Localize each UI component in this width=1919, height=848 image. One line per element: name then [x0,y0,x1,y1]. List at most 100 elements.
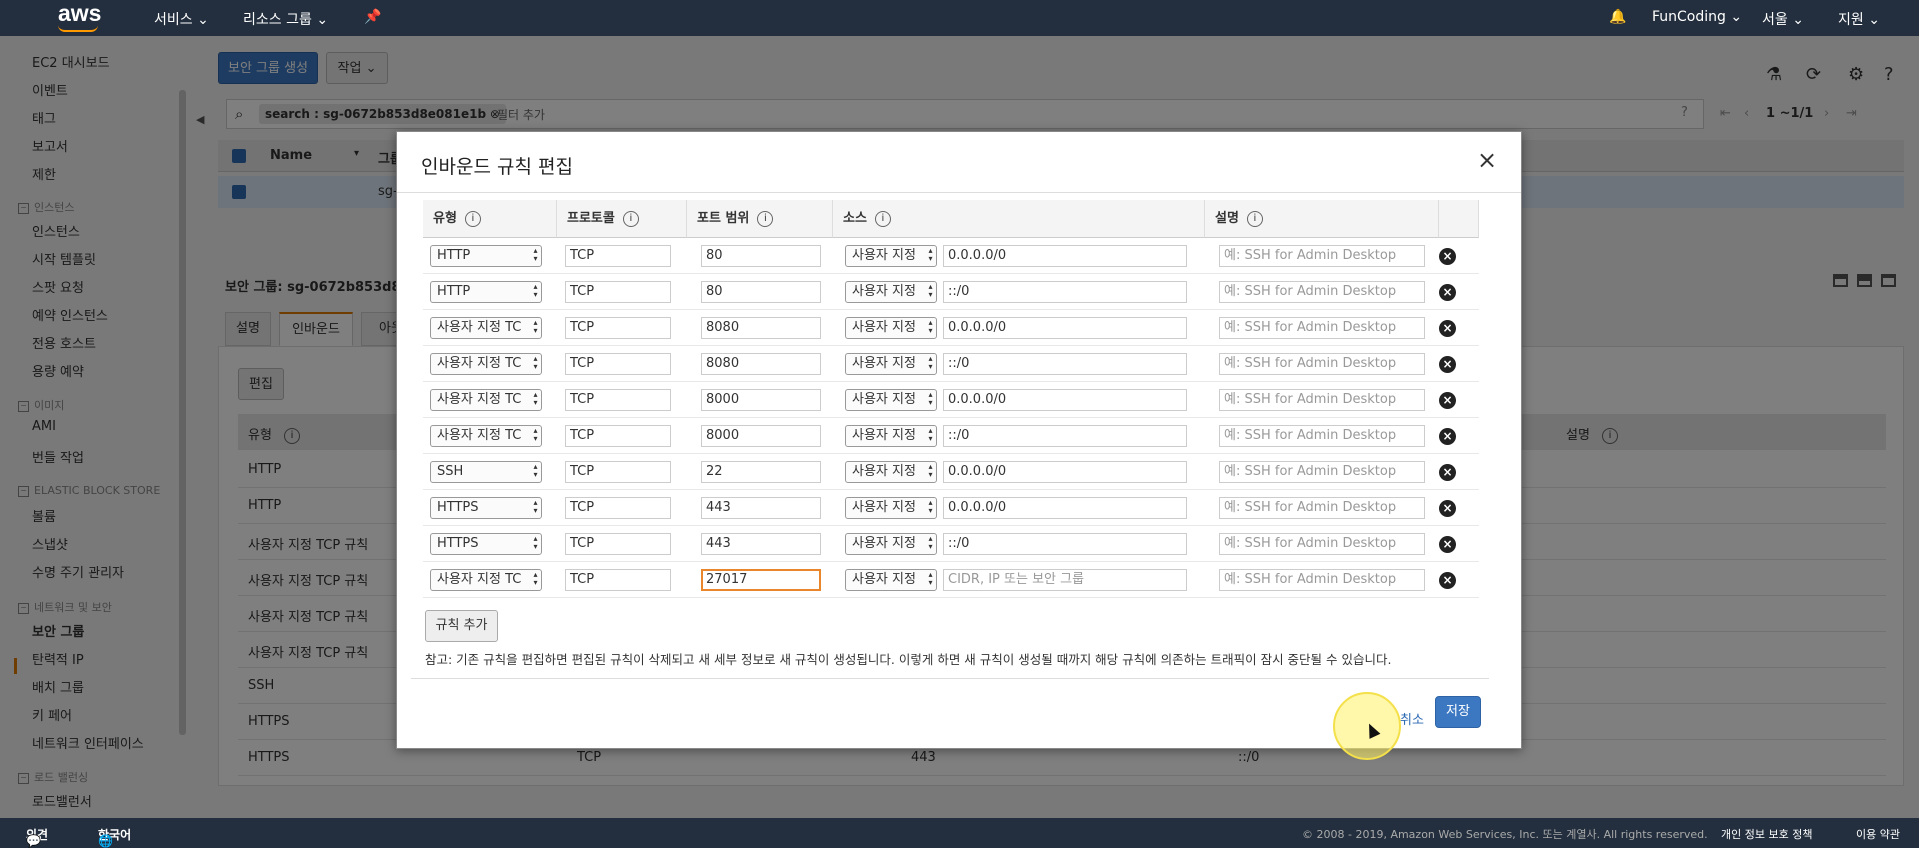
type-select[interactable]: HTTP [430,245,542,267]
source-cidr-input[interactable]: CIDR, IP 또는 보안 그룹 [943,569,1187,591]
account-menu[interactable]: FunCoding ⌄ [1652,9,1742,25]
source-type-select[interactable]: 사용자 지정 [845,569,937,591]
privacy-link[interactable]: 개인 정보 보호 정책 [1721,826,1812,842]
description-input[interactable]: 예: SSH for Admin Desktop [1219,317,1425,339]
rule-row: 사용자 지정 TC TCP 27017 사용자 지정 CIDR, IP 또는 보안 그룹… [423,562,1479,598]
remove-rule-icon[interactable]: × [1439,248,1456,265]
source-cidr-input[interactable]: ::/0 [943,353,1187,375]
source-type-select[interactable]: 사용자 지정 [845,245,937,267]
description-input[interactable]: 예: SSH for Admin Desktop [1219,497,1425,519]
protocol-field: TCP [565,281,671,303]
close-icon[interactable]: × [1477,146,1497,174]
info-icon[interactable]: i [1246,211,1263,227]
port-range-input[interactable]: 27017 [701,569,821,591]
bell-icon[interactable]: 🔔 [1609,9,1626,25]
type-select[interactable]: 사용자 지정 TC [430,317,542,339]
resource-groups-menu[interactable]: 리소스 그룹 ⌄ [243,9,328,29]
remove-rule-icon[interactable]: × [1439,392,1456,409]
header-description-label: 설명 [1215,211,1239,226]
divider [397,192,1521,193]
port-range-input[interactable]: 8000 [701,389,821,411]
type-select[interactable]: HTTPS [430,533,542,555]
description-input[interactable]: 예: SSH for Admin Desktop [1219,425,1425,447]
description-input[interactable]: 예: SSH for Admin Desktop [1219,245,1425,267]
source-cidr-input[interactable]: 0.0.0.0/0 [943,461,1187,483]
protocol-field: TCP [565,389,671,411]
source-cidr-input[interactable]: ::/0 [943,533,1187,555]
info-icon[interactable]: i [874,211,891,227]
protocol-field: TCP [565,497,671,519]
port-range-input[interactable]: 8080 [701,317,821,339]
description-input[interactable]: 예: SSH for Admin Desktop [1219,533,1425,555]
cancel-button[interactable]: 취소 [1400,709,1424,728]
source-type-select[interactable]: 사용자 지정 [845,353,937,375]
remove-rule-icon[interactable]: × [1439,500,1456,517]
description-input[interactable]: 예: SSH for Admin Desktop [1219,353,1425,375]
type-select[interactable]: HTTPS [430,497,542,519]
rule-row: 사용자 지정 TC TCP 8080 사용자 지정::/0 예: SSH for Adm… [423,346,1479,382]
divider [411,678,1489,679]
type-select[interactable]: 사용자 지정 TC [430,569,542,591]
port-range-input[interactable]: 443 [701,497,821,519]
chevron-down-icon: ⌄ [1792,12,1804,28]
remove-rule-icon[interactable]: × [1439,284,1456,301]
port-range-input[interactable]: 80 [701,281,821,303]
region-menu[interactable]: 서울 ⌄ [1762,9,1804,29]
rule-row: HTTPS TCP 443 사용자 지정 0.0.0.0/0 예: SSH for Adm… [423,490,1479,526]
chat-icon: 💬 [26,834,41,848]
source-type-select[interactable]: 사용자 지정 [845,281,937,303]
remove-rule-icon[interactable]: × [1439,572,1456,589]
port-range-input[interactable]: 22 [701,461,821,483]
port-range-input[interactable]: 8000 [701,425,821,447]
add-rule-button[interactable]: 규칙 추가 [425,610,498,642]
header-description: 설명 i [1205,200,1439,238]
source-cidr-input[interactable]: 0.0.0.0/0 [943,497,1187,519]
type-select[interactable]: SSH [430,461,542,483]
description-input[interactable]: 예: SSH for Admin Desktop [1219,389,1425,411]
services-menu[interactable]: 서비스 ⌄ [154,9,209,29]
remove-rule-icon[interactable]: × [1439,320,1456,337]
edit-note: 참고: 기존 규칙을 편집하면 편집된 규칙이 삭제되고 새 세부 정보로 새 … [425,652,1392,667]
type-select[interactable]: 사용자 지정 TC [430,389,542,411]
description-input[interactable]: 예: SSH for Admin Desktop [1219,281,1425,303]
protocol-field: TCP [565,317,671,339]
type-select[interactable]: HTTP [430,281,542,303]
description-input[interactable]: 예: SSH for Admin Desktop [1219,569,1425,591]
support-menu[interactable]: 지원 ⌄ [1838,9,1880,29]
source-type-select[interactable]: 사용자 지정 [845,317,937,339]
pin-icon[interactable]: 📌 [364,9,381,25]
type-select[interactable]: 사용자 지정 TC [430,353,542,375]
remove-rule-icon[interactable]: × [1439,428,1456,445]
source-type-select[interactable]: 사용자 지정 [845,497,937,519]
source-cidr-input[interactable]: 0.0.0.0/0 [943,317,1187,339]
aws-logo[interactable]: aws [58,0,101,27]
source-cidr-input[interactable]: 0.0.0.0/0 [943,389,1187,411]
feedback-link[interactable]: 💬 의견 [26,826,48,848]
source-cidr-input[interactable]: ::/0 [943,281,1187,303]
remove-rule-icon[interactable]: × [1439,356,1456,373]
source-type-select[interactable]: 사용자 지정 [845,389,937,411]
language-selector[interactable]: 🌐 한국어 [98,826,131,848]
rule-row: 사용자 지정 TC TCP 8000 사용자 지정::/0 예: SSH for Adm… [423,418,1479,454]
source-type-select[interactable]: 사용자 지정 [845,461,937,483]
info-icon[interactable]: i [757,211,774,227]
description-input[interactable]: 예: SSH for Admin Desktop [1219,461,1425,483]
source-cidr-input[interactable]: 0.0.0.0/0 [943,245,1187,267]
remove-rule-icon[interactable]: × [1439,464,1456,481]
remove-rule-icon[interactable]: × [1439,536,1456,553]
source-cidr-input[interactable]: ::/0 [943,425,1187,447]
terms-link[interactable]: 이용 약관 [1856,826,1900,842]
header-remove [1439,200,1479,238]
source-type-select[interactable]: 사용자 지정 [845,533,937,555]
save-button[interactable]: 저장 [1435,696,1481,728]
aws-logo-smile [58,25,98,32]
info-icon[interactable]: i [622,211,639,227]
info-icon[interactable]: i [464,211,481,227]
source-type-select[interactable]: 사용자 지정 [845,425,937,447]
port-range-input[interactable]: 80 [701,245,821,267]
port-range-input[interactable]: 8080 [701,353,821,375]
type-select[interactable]: 사용자 지정 TC [430,425,542,447]
rule-row: 사용자 지정 TC TCP 8000 사용자 지정 0.0.0.0/0 예: SSH fo… [423,382,1479,418]
copyright: © 2008 - 2019, Amazon Web Services, Inc.… [1302,828,1708,841]
port-range-input[interactable]: 443 [701,533,821,555]
